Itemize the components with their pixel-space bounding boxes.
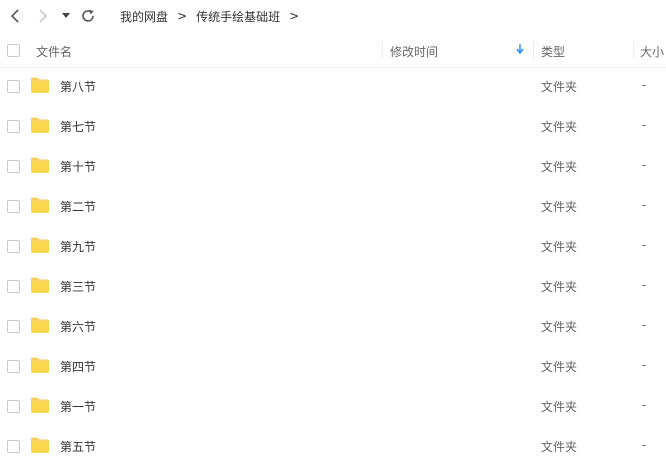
file-name[interactable]: 第八节 [60,78,96,95]
folder-icon [31,197,49,213]
row-checkbox[interactable] [7,320,20,333]
file-size: - [642,318,647,332]
file-name[interactable]: 第二节 [60,198,96,215]
file-name[interactable]: 第十节 [60,158,96,175]
file-name[interactable]: 第六节 [60,318,96,335]
folder-icon [31,397,49,413]
file-row[interactable]: 第九节 文件夹 - [0,226,666,266]
file-type: 文件夹 [541,200,578,214]
file-row[interactable]: 第四节 文件夹 - [0,346,666,386]
file-row[interactable]: 第八节 文件夹 - [0,66,666,106]
refresh-icon [82,9,94,22]
breadcrumb-separator: > [177,9,188,23]
file-type: 文件夹 [541,280,578,294]
row-checkbox[interactable] [7,400,20,413]
row-checkbox[interactable] [7,80,20,93]
folder-icon [31,117,49,133]
sort-down-arrow-icon[interactable] [516,43,524,58]
row-checkbox[interactable] [7,440,20,453]
file-size: - [642,398,647,412]
select-all-checkbox[interactable] [7,44,20,57]
dropdown-icon [62,13,70,18]
folder-icon [31,77,49,93]
file-size: - [642,198,647,212]
file-type: 文件夹 [541,240,578,254]
file-row[interactable]: 第二节 文件夹 - [0,186,666,226]
row-checkbox[interactable] [7,200,20,213]
column-divider[interactable] [382,41,383,59]
breadcrumb-current[interactable]: 传统手绘基础班 [196,8,280,25]
file-type: 文件夹 [541,320,578,334]
file-size: - [642,238,647,252]
row-checkbox[interactable] [7,160,20,173]
file-name[interactable]: 第四节 [60,358,96,375]
file-size: - [642,158,647,172]
column-modified[interactable]: 修改时间 [390,43,438,60]
breadcrumb: 我的网盘 > 传统手绘基础班 > [120,8,308,24]
row-checkbox[interactable] [7,240,20,253]
file-type: 文件夹 [541,400,578,414]
column-size[interactable]: 大小 [640,43,664,60]
file-size: - [642,78,647,92]
row-checkbox[interactable] [7,360,20,373]
row-checkbox[interactable] [7,280,20,293]
file-type: 文件夹 [541,440,578,454]
file-name[interactable]: 第一节 [60,398,96,415]
folder-icon [31,157,49,173]
folder-icon [31,237,49,253]
breadcrumb-root[interactable]: 我的网盘 [120,8,168,25]
file-size: - [642,438,647,452]
breadcrumb-trailing-separator[interactable]: > [289,9,299,23]
file-row[interactable]: 第一节 文件夹 - [0,386,666,426]
row-checkbox[interactable] [7,120,20,133]
file-row[interactable]: 第五节 文件夹 - [0,426,666,466]
file-name[interactable]: 第九节 [60,238,96,255]
folder-icon [31,437,49,453]
file-type: 文件夹 [541,80,578,94]
file-size: - [642,118,647,132]
file-name[interactable]: 第三节 [60,278,96,295]
forward-button[interactable] [34,6,52,26]
file-size: - [642,358,647,372]
forward-icon [39,9,48,23]
file-row[interactable]: 第六节 文件夹 - [0,306,666,346]
file-size: - [642,278,647,292]
folder-icon [31,317,49,333]
file-row[interactable]: 第十节 文件夹 - [0,146,666,186]
column-divider[interactable] [633,41,634,59]
file-type: 文件夹 [541,360,578,374]
file-row[interactable]: 第三节 文件夹 - [0,266,666,306]
toolbar: 我的网盘 > 传统手绘基础班 > [0,0,666,32]
folder-icon [31,277,49,293]
back-button[interactable] [6,6,24,26]
refresh-button[interactable] [79,6,97,26]
column-header: 文件名 修改时间 类型 大小 [0,33,666,68]
column-type[interactable]: 类型 [541,43,565,60]
file-name[interactable]: 第五节 [60,438,96,455]
folder-icon [31,357,49,373]
column-divider[interactable] [533,41,534,59]
file-type: 文件夹 [541,120,578,134]
file-type: 文件夹 [541,160,578,174]
file-name[interactable]: 第七节 [60,118,96,135]
column-name[interactable]: 文件名 [36,43,72,60]
back-icon [10,9,19,23]
history-dropdown-button[interactable] [59,6,73,26]
file-row[interactable]: 第七节 文件夹 - [0,106,666,146]
